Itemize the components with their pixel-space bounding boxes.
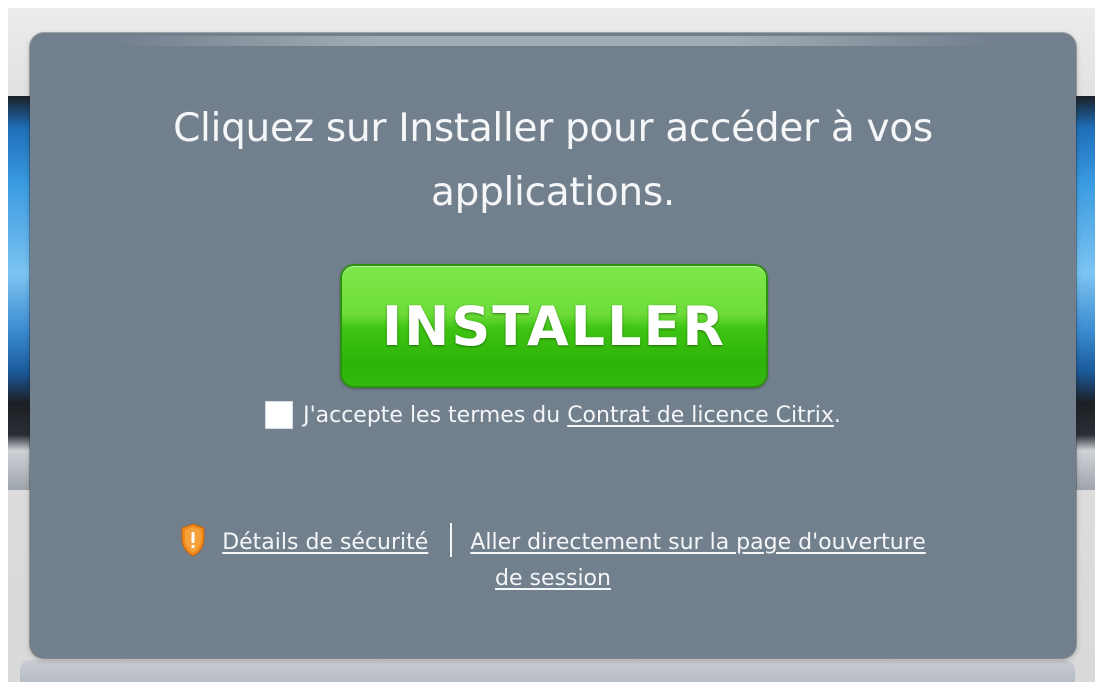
install-button[interactable]: INSTALLER <box>340 264 768 388</box>
license-text-suffix: . <box>833 402 841 428</box>
shield-warning-icon <box>180 523 206 557</box>
security-details-link[interactable]: Détails de sécurité <box>222 530 428 555</box>
license-row: J'accepte les termes du Contrat de licen… <box>30 401 1076 429</box>
install-dialog: Cliquez sur Installer pour accéder à vos… <box>30 33 1076 658</box>
license-agreement-link[interactable]: Contrat de licence Citrix <box>567 403 834 428</box>
direct-logon-link[interactable]: Aller directement sur la page d'ouvertur… <box>470 530 925 591</box>
install-button-label: INSTALLER <box>382 294 726 358</box>
license-accept-checkbox[interactable] <box>265 401 294 429</box>
link-separator <box>450 523 453 557</box>
background-window-bottom <box>20 660 1075 682</box>
install-prompt-text: Cliquez sur Installer pour accéder à vos… <box>173 106 933 215</box>
dialog-sheen <box>110 36 996 46</box>
license-text-prefix: J'accepte les termes du <box>303 402 568 428</box>
bottom-links: Détails de sécurité Aller directement sur… <box>180 523 926 597</box>
